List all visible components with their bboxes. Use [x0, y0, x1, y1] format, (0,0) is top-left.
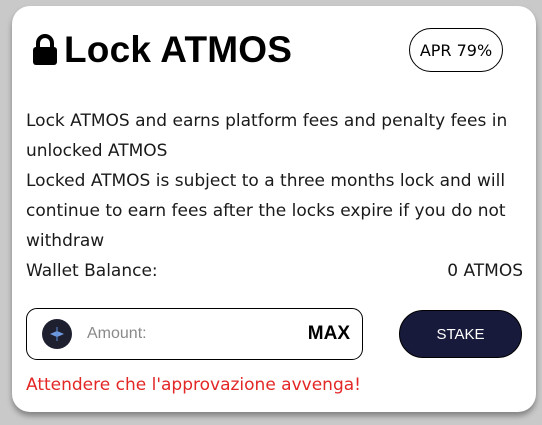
lock-card: Lock ATMOS APR 79% Lock ATMOS and earns … [12, 6, 536, 412]
amount-input-box: MAX [26, 308, 363, 360]
lock-description: Lock ATMOS and earns platform fees and p… [26, 106, 526, 256]
amount-input[interactable] [87, 325, 308, 343]
wallet-balance-value: 0 ATMOS [447, 261, 523, 281]
apr-badge: APR 79% [409, 28, 503, 72]
wallet-balance-row: Wallet Balance: 0 ATMOS [26, 256, 523, 286]
page-title: Lock ATMOS [64, 29, 293, 70]
stake-button[interactable]: STAKE [399, 310, 522, 358]
lock-icon [32, 34, 58, 66]
atmos-token-icon [42, 319, 72, 349]
card-header: Lock ATMOS [32, 28, 292, 72]
max-button[interactable]: MAX [308, 323, 350, 345]
description-line-1: Lock ATMOS and earns platform fees and p… [26, 111, 508, 161]
approval-error-message: Attendere che l'approvazione avvenga! [26, 375, 361, 395]
wallet-balance-label: Wallet Balance: [26, 261, 158, 281]
description-line-2: Locked ATMOS is subject to a three month… [26, 171, 506, 251]
